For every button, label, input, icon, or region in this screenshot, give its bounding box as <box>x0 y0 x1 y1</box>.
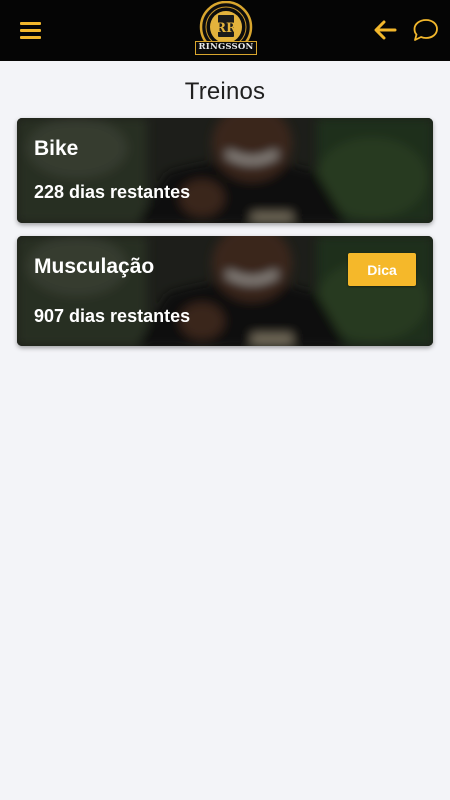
logo-wordmark: RINGSSON <box>195 41 257 55</box>
training-card-bike[interactable]: Bike 228 dias restantes <box>17 118 433 223</box>
card-overlay <box>17 118 433 223</box>
arrow-left-icon[interactable] <box>373 19 397 41</box>
card-remaining-days: 907 dias restantes <box>34 306 191 326</box>
card-remaining-days: 228 dias restantes <box>34 182 191 202</box>
app-bar: RR RINGSSON <box>0 0 450 61</box>
card-title: Bike <box>34 137 79 160</box>
tip-button[interactable]: Dica <box>348 253 416 286</box>
ringsson-logo: RR RINGSSON <box>191 0 261 59</box>
card-title: Musculação <box>34 255 155 278</box>
training-card-musculacao[interactable]: Musculação Dica 907 dias restantes <box>17 236 433 346</box>
hamburger-menu-icon[interactable] <box>19 20 43 40</box>
logo-initials: RR <box>215 21 237 36</box>
chat-bubble-icon[interactable] <box>411 17 439 43</box>
page-title: Treinos <box>184 78 266 105</box>
